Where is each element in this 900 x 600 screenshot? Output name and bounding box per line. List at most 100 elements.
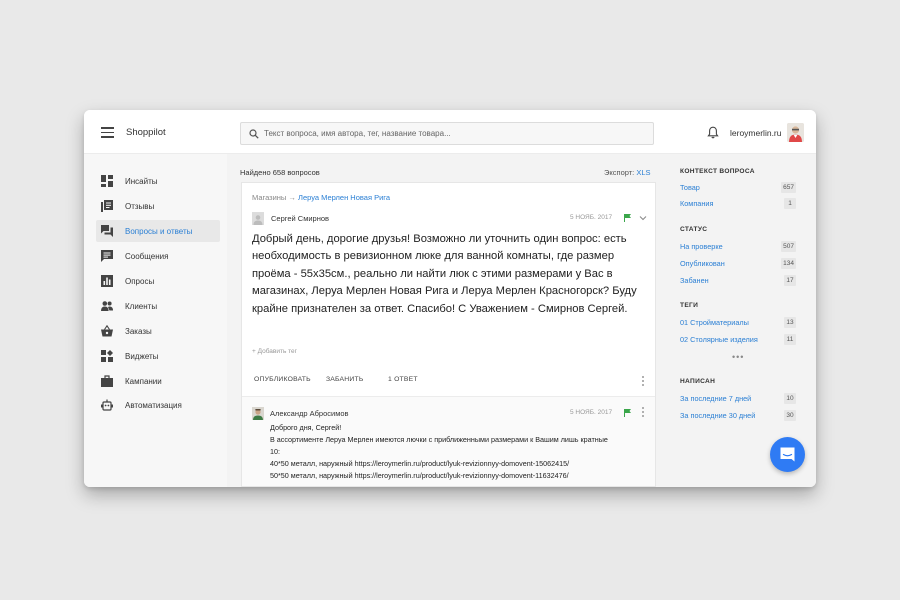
more-options-icon[interactable] [642, 407, 645, 418]
sidebar-item-label: Инсайты [125, 176, 158, 186]
top-bar: Shoppilot leroymerlin.ru [84, 110, 816, 154]
sidebar-item-label: Кампании [125, 376, 162, 386]
filter-item-pending[interactable]: На проверке 507 [680, 241, 796, 253]
ban-button[interactable]: ЗАБАНИТЬ [326, 376, 364, 383]
filter-count: 10 [784, 393, 796, 404]
sidebar-item-campaigns[interactable]: Кампании [96, 370, 220, 392]
sidebar-item-label: Заказы [125, 326, 152, 336]
sidebar-item-clients[interactable]: Клиенты [96, 295, 220, 317]
filter-count: 13 [784, 317, 796, 328]
question-author-avatar [252, 212, 264, 225]
filter-item-tag-joinery[interactable]: 02 Столярные изделия 11 [680, 334, 796, 346]
sidebar-item-automation[interactable]: Автоматизация [96, 394, 220, 416]
filter-label: Забанен [680, 276, 709, 285]
answer-author-avatar [252, 407, 264, 420]
filter-title-tags: ТЕГИ [680, 302, 699, 309]
chat-icon [780, 447, 795, 462]
filter-title-status: СТАТУС [680, 226, 708, 233]
sidebar-item-label: Отзывы [125, 201, 155, 211]
answer-author[interactable]: Александр Абросимов [270, 409, 349, 418]
chat-launcher-button[interactable] [770, 437, 805, 472]
answer-line: 50*50 металл, наружный https://leroymerl… [270, 471, 569, 480]
insights-icon [101, 175, 113, 187]
sidebar-item-label: Автоматизация [125, 400, 182, 410]
sidebar-item-label: Сообщения [125, 251, 169, 261]
filter-count: 507 [781, 241, 796, 252]
account-name[interactable]: leroymerlin.ru [730, 128, 782, 138]
sidebar-item-label: Опросы [125, 276, 155, 286]
question-author[interactable]: Сергей Смирнов [271, 214, 329, 223]
filter-item-product[interactable]: Товар 657 [680, 182, 796, 194]
search-icon [249, 128, 259, 139]
reviews-icon [101, 200, 113, 212]
orders-icon [101, 325, 113, 337]
filter-title-written: НАПИСАН [680, 378, 716, 385]
sidebar-item-label: Виджеты [125, 351, 159, 361]
publish-button[interactable]: ОПУБЛИКОВАТЬ [254, 376, 311, 383]
breadcrumb-arrow: → [288, 193, 296, 202]
more-options-icon[interactable] [642, 376, 645, 387]
answer-line: Доброго дня, Сергей! [270, 423, 342, 432]
question-text: Добрый день, дорогие друзья! Возможно ли… [252, 233, 637, 315]
filter-item-published[interactable]: Опубликован 134 [680, 258, 796, 270]
sidebar-item-insights[interactable]: Инсайты [96, 170, 220, 192]
filter-count: 657 [781, 182, 796, 193]
filter-label: 01 Стройматериалы [680, 318, 749, 327]
sidebar-item-reviews[interactable]: Отзывы [96, 195, 220, 217]
answers-count-button[interactable]: 1 ОТВЕТ [388, 376, 418, 383]
polls-icon [101, 275, 113, 287]
user-avatar[interactable] [787, 123, 804, 142]
automation-icon [101, 399, 113, 411]
sidebar-item-polls[interactable]: Опросы [96, 270, 220, 292]
chevron-down-icon[interactable] [639, 214, 647, 222]
filter-label: За последние 30 дней [680, 411, 756, 420]
answer-line: В ассортименте Леруа Мерлен имеются лючк… [270, 435, 608, 444]
sidebar-item-label: Вопросы и ответы [125, 226, 193, 236]
filter-item-last-30-days[interactable]: За последние 30 дней 30 [680, 410, 796, 422]
filter-label: Товар [680, 183, 700, 192]
filter-label: На проверке [680, 242, 723, 251]
add-tag-button[interactable]: + Добавить тег [252, 348, 297, 355]
answer-line: 40*50 металл, наружный https://leroymerl… [270, 459, 570, 468]
search-box[interactable] [240, 122, 654, 145]
answer-text: Доброго дня, Сергей! В ассортименте Леру… [270, 422, 650, 482]
results-count: Найдено 658 вопросов [240, 168, 320, 177]
export-xls-link[interactable]: XLS [636, 168, 650, 177]
show-more-tags-button[interactable]: ••• [732, 352, 744, 362]
menu-icon[interactable] [101, 127, 114, 138]
sidebar-item-qa[interactable]: Вопросы и ответы [96, 220, 220, 242]
filter-count: 17 [784, 275, 796, 286]
filter-label: Опубликован [680, 259, 725, 268]
filter-item-banned[interactable]: Забанен 17 [680, 275, 796, 287]
filter-label: За последние 7 дней [680, 394, 752, 403]
clients-icon [101, 301, 113, 311]
filter-label: Компания [680, 199, 714, 208]
bell-icon[interactable] [707, 126, 719, 139]
qa-icon [101, 225, 113, 237]
export: Экспорт: XLS [604, 168, 651, 177]
sidebar-item-widgets[interactable]: Виджеты [96, 345, 220, 367]
messages-icon [101, 250, 113, 262]
search-input[interactable] [264, 129, 644, 138]
question-card: Магазины → Леруа Мерлен Новая Рига Серге… [241, 182, 656, 487]
sidebar-item-orders[interactable]: Заказы [96, 320, 220, 342]
filter-count: 11 [784, 334, 796, 345]
filter-item-tag-building[interactable]: 01 Стройматериалы 13 [680, 317, 796, 329]
filter-count: 1 [784, 198, 796, 209]
breadcrumb-root: Магазины [252, 193, 287, 202]
filter-title-context: КОНТЕКСТ ВОПРОСА [680, 168, 755, 175]
export-label: Экспорт: [604, 168, 635, 177]
sidebar-item-messages[interactable]: Сообщения [96, 245, 220, 267]
filter-count: 30 [784, 410, 796, 421]
breadcrumb-store-link[interactable]: Леруа Мерлен Новая Рига [298, 193, 390, 202]
brand-title: Shoppilot [126, 127, 166, 138]
filter-label: 02 Столярные изделия [680, 335, 758, 344]
campaigns-icon [101, 375, 113, 387]
filter-item-company[interactable]: Компания 1 [680, 198, 796, 210]
filter-count: 134 [781, 258, 796, 269]
sidebar: Инсайты Отзывы Вопросы и ответы Сообщени… [84, 154, 227, 487]
flag-icon[interactable] [624, 214, 631, 222]
flag-icon[interactable] [624, 409, 631, 417]
filter-item-last-7-days[interactable]: За последние 7 дней 10 [680, 393, 796, 405]
widgets-icon [101, 350, 113, 362]
